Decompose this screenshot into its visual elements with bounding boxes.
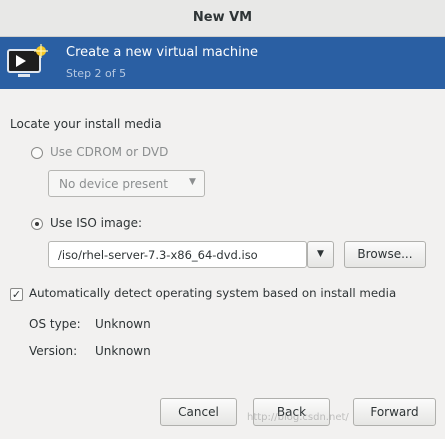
iso-path-value: /iso/rhel-server-7.3-x86_64-dvd.iso [58, 248, 258, 262]
watermark-text: http://blog.csdn.net/ [247, 412, 349, 423]
cancel-button-label: Cancel [178, 405, 219, 419]
auto-detect-label[interactable]: Automatically detect operating system ba… [29, 286, 396, 300]
os-type-value: Unknown [95, 317, 151, 331]
browse-button[interactable]: Browse... [344, 241, 426, 268]
iso-history-dropdown-button[interactable]: ▼ [307, 241, 334, 268]
auto-detect-checkbox[interactable]: ✓ [10, 288, 23, 301]
os-type-label: OS type: [29, 317, 81, 331]
browse-button-label: Browse... [357, 247, 413, 261]
chevron-down-icon: ▼ [189, 177, 196, 187]
wizard-step-indicator: Step 2 of 5 [66, 67, 127, 80]
forward-button[interactable]: Forward [353, 398, 436, 426]
version-value: Unknown [95, 344, 151, 358]
chevron-down-icon: ▼ [317, 249, 324, 259]
iso-path-input[interactable]: /iso/rhel-server-7.3-x86_64-dvd.iso [48, 241, 307, 268]
window-title: New VM [192, 10, 253, 25]
version-label: Version: [29, 344, 78, 358]
cdrom-radio-label[interactable]: Use CDROM or DVD [50, 145, 168, 159]
wizard-title: Create a new virtual machine [66, 45, 258, 60]
install-media-section-label: Locate your install media [10, 117, 162, 131]
iso-radio-label[interactable]: Use ISO image: [50, 216, 142, 230]
wizard-header: Create a new virtual machine Step 2 of 5 [0, 37, 445, 89]
forward-button-label: Forward [370, 405, 419, 419]
new-vm-monitor-icon [7, 44, 48, 77]
cancel-button[interactable]: Cancel [160, 398, 237, 426]
iso-radio[interactable] [31, 218, 43, 230]
cdrom-device-value: No device present [59, 177, 168, 191]
window-titlebar: New VM [0, 0, 445, 37]
cdrom-device-combo[interactable]: No device present ▼ [48, 170, 205, 197]
cdrom-radio[interactable] [31, 147, 43, 159]
